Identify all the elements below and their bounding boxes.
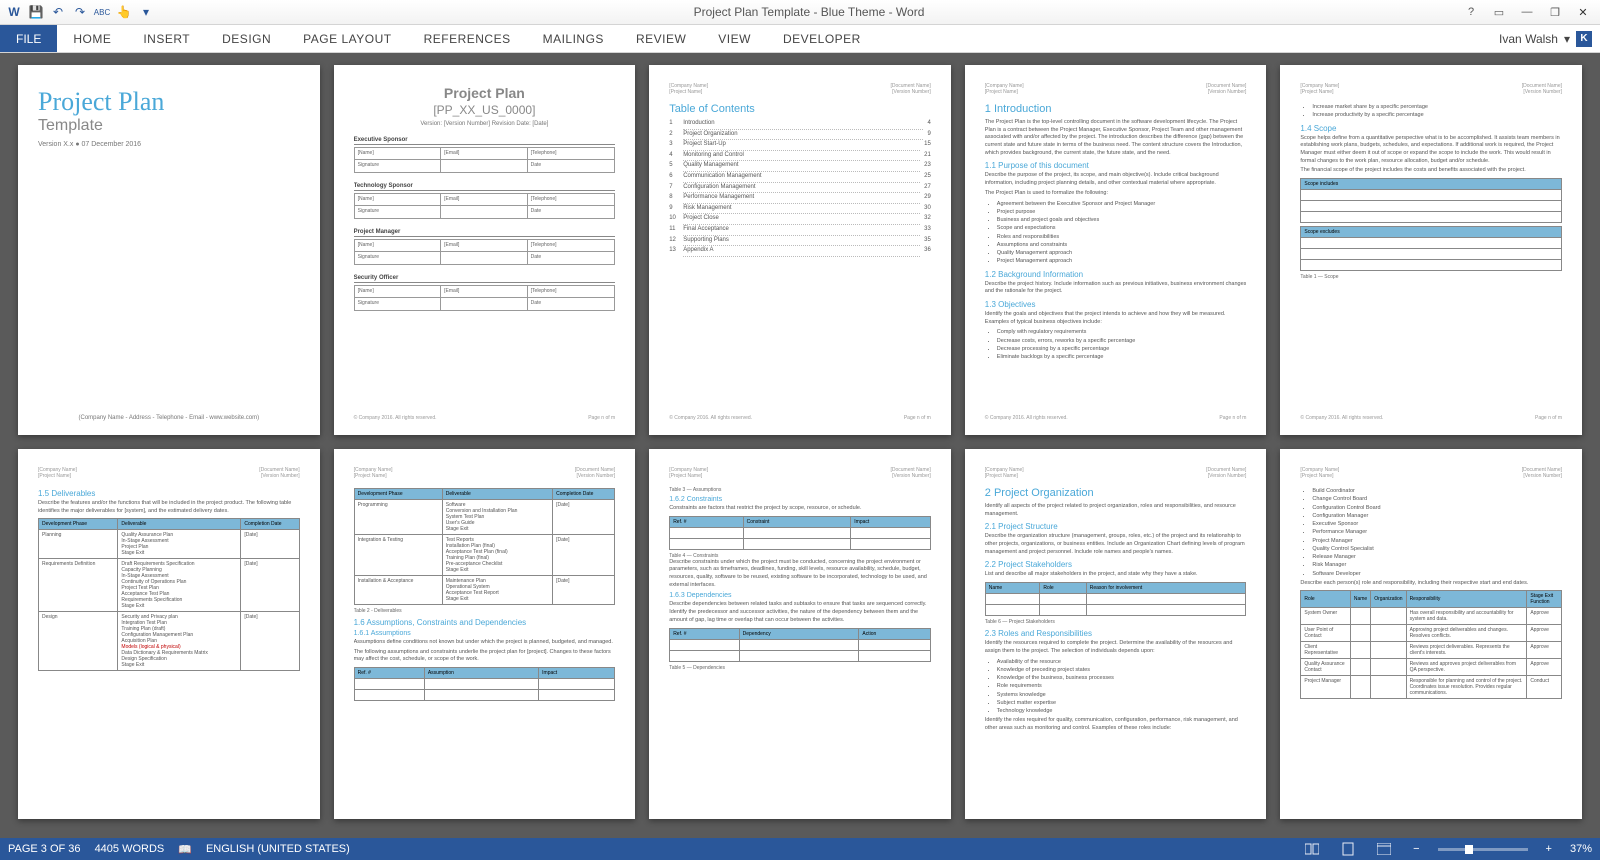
page-thumbnails: Project Plan Template Version X.x ● 07 D…: [18, 65, 1582, 819]
word-icon: W: [6, 4, 22, 20]
ribbon-display-icon[interactable]: ▭: [1486, 2, 1512, 22]
status-page[interactable]: PAGE 3 OF 36: [8, 843, 81, 855]
tab-review[interactable]: REVIEW: [620, 25, 702, 52]
page-6[interactable]: [Company Name][Project Name][Document Na…: [18, 449, 320, 819]
save-icon[interactable]: 💾: [28, 4, 44, 20]
qat-customize-icon[interactable]: ▾: [138, 4, 154, 20]
scope-includes-table: Scope includes: [1300, 178, 1562, 223]
doc-version: Version X.x ● 07 December 2016: [38, 141, 300, 148]
dependencies-table: Ref. #DependencyAction: [669, 628, 931, 662]
roles-table: RoleNameOrganizationResponsibilityStage …: [1300, 590, 1562, 699]
tab-design[interactable]: DESIGN: [206, 25, 287, 52]
status-language[interactable]: ENGLISH (UNITED STATES): [206, 843, 350, 855]
touch-mode-icon[interactable]: 👆: [116, 4, 132, 20]
user-dropdown-icon: ▾: [1564, 32, 1570, 46]
doc-subtitle: Template: [38, 117, 300, 135]
status-bar: PAGE 3 OF 36 4405 WORDS 📖 ENGLISH (UNITE…: [0, 838, 1600, 860]
signoff-version: Version: [Version Number] Revision Date:…: [354, 121, 616, 127]
print-layout-icon[interactable]: [1337, 840, 1359, 858]
page-8[interactable]: [Company Name][Project Name][Document Na…: [649, 449, 951, 819]
tab-home[interactable]: HOME: [57, 25, 127, 52]
page-4[interactable]: [Company Name][Project Name][Document Na…: [965, 65, 1267, 435]
window-title: Project Plan Template - Blue Theme - Wor…: [160, 5, 1458, 19]
page-1[interactable]: Project Plan Template Version X.x ● 07 D…: [18, 65, 320, 435]
deliverables-table-2: Development PhaseDeliverableCompletion D…: [354, 488, 616, 605]
proofing-icon[interactable]: 📖: [178, 843, 192, 856]
close-icon[interactable]: ✕: [1570, 2, 1596, 22]
constraints-table: Ref. #ConstraintImpact: [669, 516, 931, 550]
assumptions-table: Ref. #AssumptionImpact: [354, 667, 616, 701]
document-area[interactable]: Project Plan Template Version X.x ● 07 D…: [0, 53, 1600, 838]
tab-references[interactable]: REFERENCES: [408, 25, 527, 52]
undo-icon[interactable]: ↶: [50, 4, 66, 20]
window-controls: ? ▭ — ❐ ✕: [1458, 2, 1600, 22]
zoom-out-icon[interactable]: −: [1409, 843, 1423, 855]
zoom-slider[interactable]: [1438, 848, 1528, 851]
page-9[interactable]: [Company Name][Project Name][Document Na…: [965, 449, 1267, 819]
signoff-code: [PP_XX_US_0000]: [354, 103, 616, 117]
page-3[interactable]: [Company Name][Project Name][Document Na…: [649, 65, 951, 435]
h1-introduction: 1 Introduction: [985, 103, 1247, 115]
zoom-percent[interactable]: 37%: [1570, 843, 1592, 855]
h1-project-organization: 2 Project Organization: [985, 487, 1247, 499]
redo-icon[interactable]: ↷: [72, 4, 88, 20]
user-name: Ivan Walsh: [1499, 32, 1558, 46]
stakeholders-table: NameRoleReason for involvement: [985, 582, 1247, 616]
tab-insert[interactable]: INSERT: [127, 25, 206, 52]
page-5[interactable]: [Company Name][Project Name][Document Na…: [1280, 65, 1582, 435]
file-tab[interactable]: FILE: [0, 25, 57, 52]
deliverables-table-1: Development PhaseDeliverableCompletion D…: [38, 518, 300, 671]
minimize-icon[interactable]: —: [1514, 2, 1540, 22]
help-icon[interactable]: ?: [1458, 2, 1484, 22]
read-mode-icon[interactable]: [1301, 840, 1323, 858]
toc-list: 1Introduction42Project Organization93Pro…: [669, 119, 931, 257]
toc-heading: Table of Contents: [669, 103, 931, 115]
spellcheck-icon[interactable]: ABC: [94, 4, 110, 20]
signoff-title: Project Plan: [354, 85, 616, 101]
scope-excludes-table: Scope excludes: [1300, 226, 1562, 271]
page-2[interactable]: Project Plan [PP_XX_US_0000] Version: [V…: [334, 65, 636, 435]
status-words[interactable]: 4405 WORDS: [95, 843, 165, 855]
cover-footer: (Company Name - Address - Telephone - Em…: [38, 415, 300, 421]
zoom-in-icon[interactable]: +: [1542, 843, 1556, 855]
ribbon-tabs: FILE HOME INSERT DESIGN PAGE LAYOUT REFE…: [0, 25, 1600, 53]
web-layout-icon[interactable]: [1373, 840, 1395, 858]
page-7[interactable]: [Company Name][Project Name][Document Na…: [334, 449, 636, 819]
doc-title: Project Plan: [38, 87, 300, 117]
quick-access-toolbar: W 💾 ↶ ↷ ABC 👆 ▾: [0, 4, 160, 20]
page-10[interactable]: [Company Name][Project Name][Document Na…: [1280, 449, 1582, 819]
tab-page-layout[interactable]: PAGE LAYOUT: [287, 25, 407, 52]
tab-developer[interactable]: DEVELOPER: [767, 25, 877, 52]
tab-mailings[interactable]: MAILINGS: [527, 25, 620, 52]
restore-icon[interactable]: ❐: [1542, 2, 1568, 22]
user-account[interactable]: Ivan Walsh ▾ K: [1499, 25, 1600, 52]
tab-view[interactable]: VIEW: [702, 25, 767, 52]
title-bar: W 💾 ↶ ↷ ABC 👆 ▾ Project Plan Template - …: [0, 0, 1600, 25]
user-avatar: K: [1576, 31, 1592, 47]
